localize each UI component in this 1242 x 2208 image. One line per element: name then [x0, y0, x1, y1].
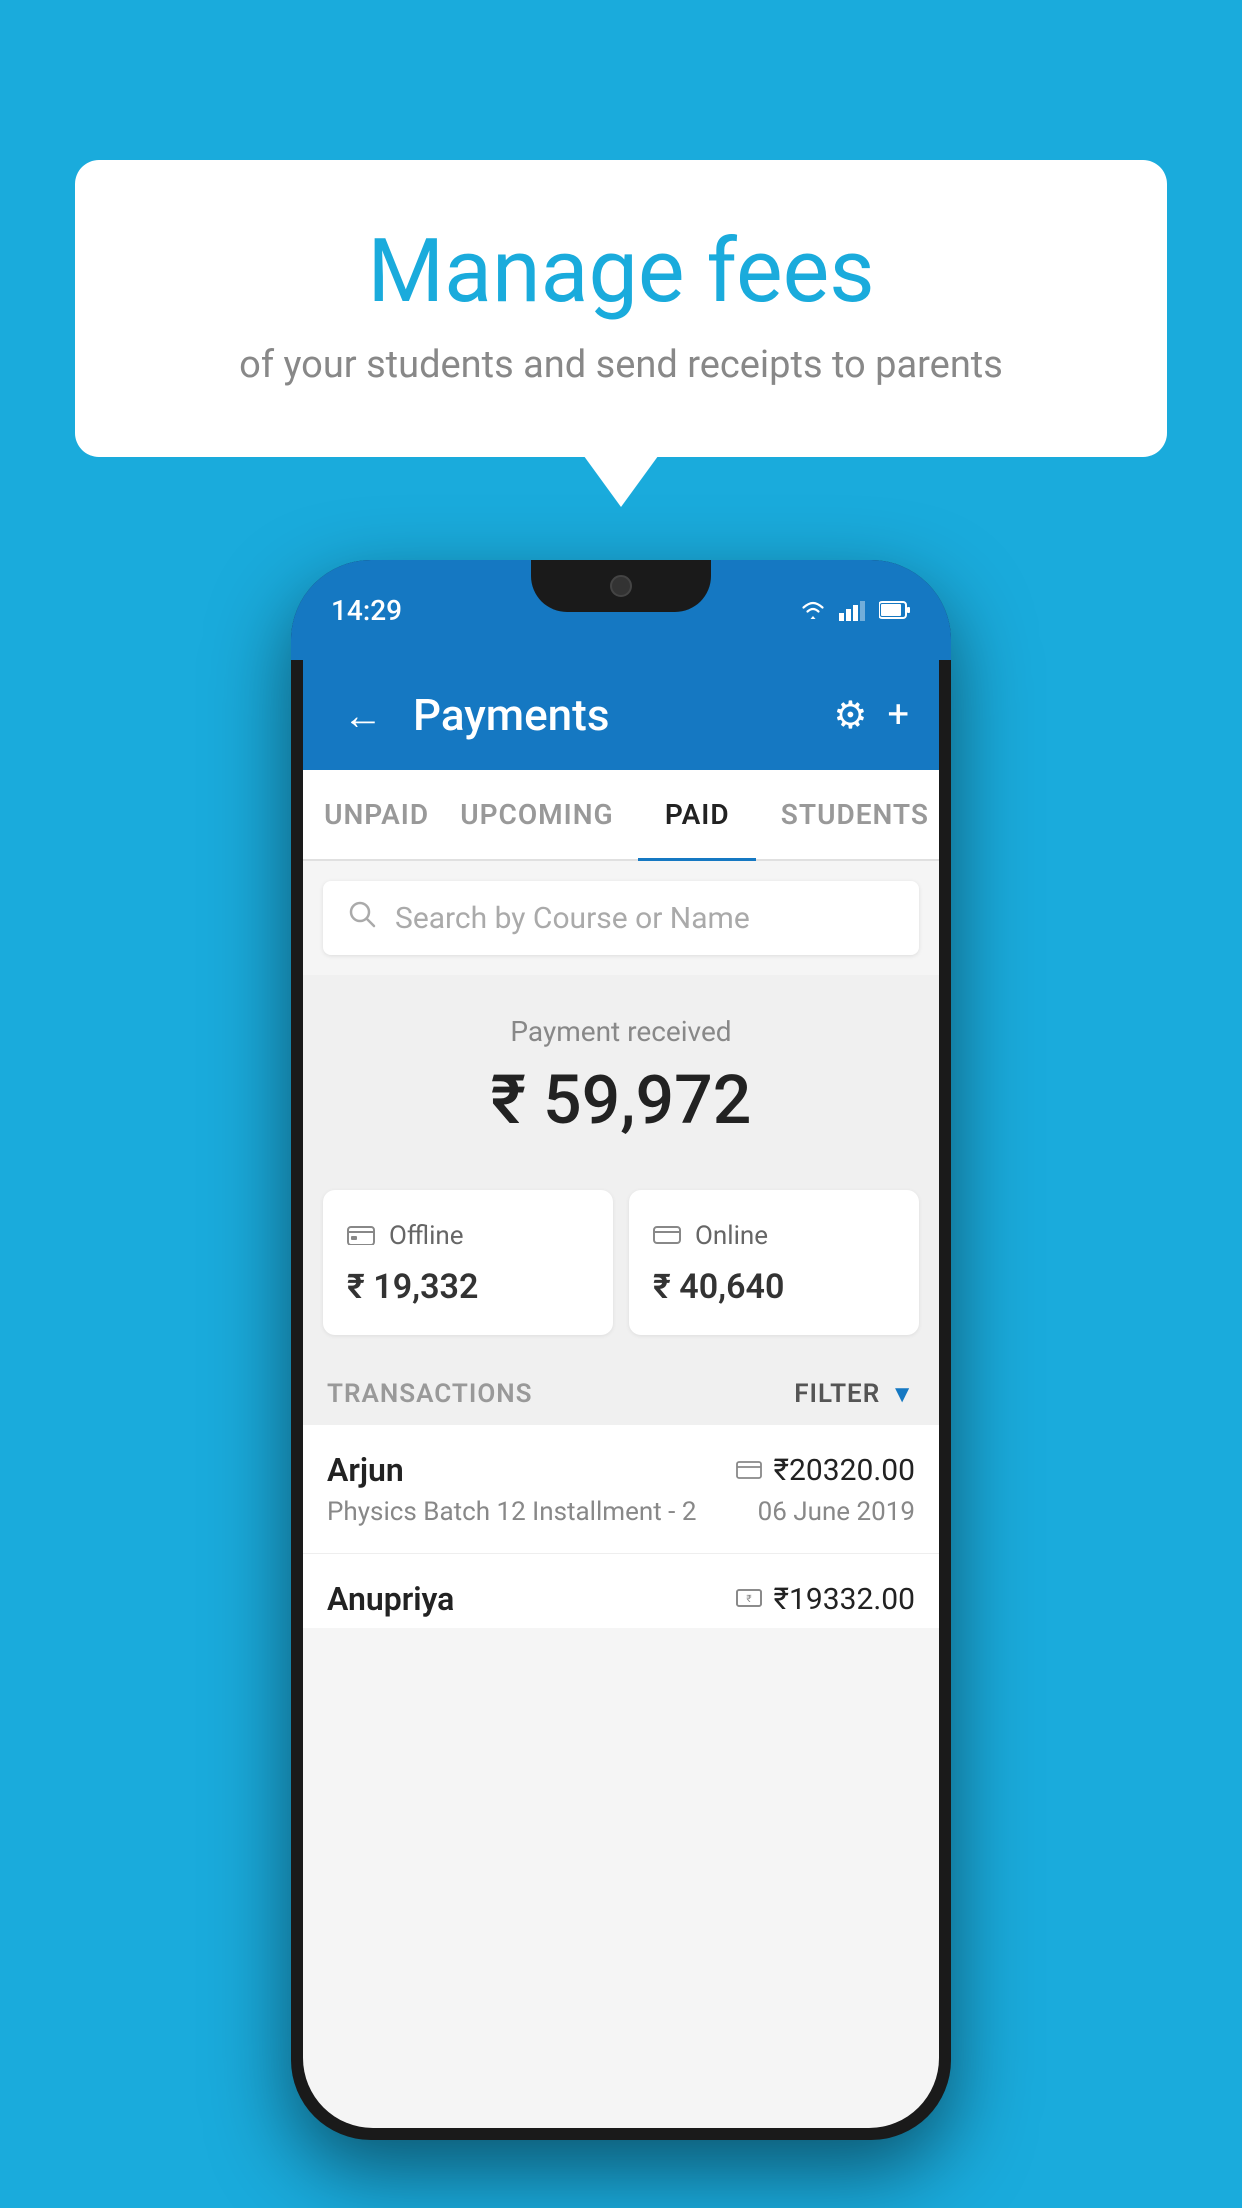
card-icon: [736, 1454, 762, 1487]
tab-unpaid[interactable]: UNPAID: [303, 770, 450, 859]
transaction-name: Anupriya: [327, 1580, 454, 1618]
cash-icon: ₹: [736, 1583, 762, 1616]
filter-label: FILTER: [794, 1379, 880, 1409]
tabs: UNPAID UPCOMING PAID STUDENTS: [303, 770, 939, 861]
online-label: Online: [695, 1221, 768, 1251]
wifi-icon: [799, 599, 827, 621]
offline-amount: ₹ 19,332: [347, 1267, 589, 1307]
table-row[interactable]: Anupriya ₹ ₹19332.00: [303, 1554, 939, 1628]
svg-text:₹: ₹: [746, 1594, 751, 1605]
camera: [610, 575, 632, 597]
transaction-amount: ₹20320.00: [774, 1453, 915, 1488]
status-bar: 14:29: [291, 560, 951, 660]
search-placeholder: Search by Course or Name: [395, 901, 750, 936]
search-bar[interactable]: Search by Course or Name: [323, 881, 919, 955]
offline-icon: [347, 1218, 375, 1253]
signal-icon: [839, 599, 867, 621]
status-time: 14:29: [331, 594, 402, 627]
tab-upcoming[interactable]: UPCOMING: [450, 770, 623, 859]
status-icons: [799, 599, 911, 621]
app-title: Payments: [413, 689, 813, 741]
phone-container: 14:29: [291, 560, 951, 2140]
transaction-name: Arjun: [327, 1451, 404, 1489]
tab-paid[interactable]: PAID: [624, 770, 771, 859]
add-icon[interactable]: +: [887, 693, 909, 737]
transaction-list: Arjun ₹20320.00 Physics Batch 12 Install…: [303, 1425, 939, 1628]
transaction-amount: ₹19332.00: [774, 1582, 915, 1617]
app-bar: ← Payments ⚙ +: [303, 660, 939, 770]
battery-icon: [879, 600, 911, 620]
transaction-amount-wrap: ₹ ₹19332.00: [736, 1582, 915, 1617]
transactions-label: TRANSACTIONS: [327, 1379, 533, 1409]
notch: [531, 560, 711, 612]
online-icon: [653, 1218, 681, 1253]
online-card-header: Online: [653, 1218, 895, 1253]
online-card: Online ₹ 40,640: [629, 1190, 919, 1335]
offline-card-header: Offline: [347, 1218, 589, 1253]
transaction-date: 06 June 2019: [758, 1497, 915, 1527]
payment-summary: Payment received ₹ 59,972: [303, 975, 939, 1170]
offline-card: Offline ₹ 19,332: [323, 1190, 613, 1335]
bubble-title: Manage fees: [155, 220, 1087, 323]
transactions-header: TRANSACTIONS FILTER ▼: [303, 1355, 939, 1425]
transaction-amount-wrap: ₹20320.00: [736, 1453, 915, 1488]
search-icon: [347, 899, 377, 937]
table-row[interactable]: Arjun ₹20320.00 Physics Batch 12 Install…: [303, 1425, 939, 1554]
app-content: ← Payments ⚙ + UNPAID UPCOMING PAID STUD…: [303, 660, 939, 2128]
payment-cards: Offline ₹ 19,332 Online ₹ 40,640: [303, 1170, 939, 1355]
offline-label: Offline: [389, 1221, 464, 1251]
filter-icon: ▼: [890, 1380, 915, 1409]
online-amount: ₹ 40,640: [653, 1267, 895, 1307]
payment-total-amount: ₹ 59,972: [323, 1060, 919, 1140]
payment-received-label: Payment received: [323, 1015, 919, 1048]
app-bar-actions: ⚙ +: [833, 693, 909, 738]
back-button[interactable]: ←: [333, 682, 393, 749]
transaction-desc: Physics Batch 12 Installment - 2: [327, 1497, 696, 1527]
tab-students[interactable]: STUDENTS: [771, 770, 939, 859]
bubble-subtitle: of your students and send receipts to pa…: [155, 343, 1087, 387]
transaction-row-top: Arjun ₹20320.00: [327, 1451, 915, 1489]
transaction-row-bottom: Physics Batch 12 Installment - 2 06 June…: [327, 1497, 915, 1527]
settings-icon[interactable]: ⚙: [833, 693, 867, 738]
transaction-row-top: Anupriya ₹ ₹19332.00: [327, 1580, 915, 1618]
filter-button[interactable]: FILTER ▼: [794, 1379, 915, 1409]
speech-bubble: Manage fees of your students and send re…: [75, 160, 1167, 457]
